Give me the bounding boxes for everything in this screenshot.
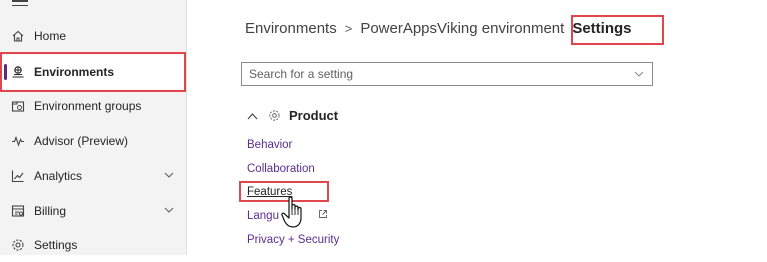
pulse-icon xyxy=(11,134,25,148)
link-behavior[interactable]: Behavior xyxy=(247,139,292,151)
sidebar-item-label: Settings xyxy=(34,238,78,252)
link-privacy-security[interactable]: Privacy + Security xyxy=(247,234,339,246)
breadcrumb-current-settings: Settings xyxy=(572,20,632,37)
environment-groups-icon xyxy=(11,99,25,113)
sidebar-item-environment-groups[interactable]: Environment groups xyxy=(0,89,186,123)
sidebar-item-analytics[interactable]: Analytics xyxy=(0,159,186,193)
link-collaboration[interactable]: Collaboration xyxy=(247,163,315,175)
breadcrumb-separator: > xyxy=(344,21,353,36)
hamburger-menu-icon[interactable] xyxy=(12,0,28,8)
external-link-icon xyxy=(319,210,327,218)
sidebar-item-environments[interactable]: Environments xyxy=(0,55,186,89)
product-section-header[interactable]: Product xyxy=(247,108,338,123)
breadcrumb: Environments > PowerAppsViking environme… xyxy=(245,20,632,37)
gear-icon xyxy=(11,238,25,252)
breadcrumb-environments[interactable]: Environments xyxy=(245,20,337,37)
breadcrumb-environment[interactable]: PowerAppsViking environment xyxy=(360,20,564,37)
gear-icon xyxy=(269,110,280,121)
chevron-down-icon[interactable] xyxy=(164,205,174,215)
sidebar-item-label: Analytics xyxy=(34,169,83,183)
chevron-down-icon[interactable] xyxy=(164,170,174,180)
chart-icon xyxy=(11,169,25,183)
setting-search-dropdown[interactable]: Search for a setting xyxy=(241,62,653,86)
sidebar-item-settings[interactable]: Settings xyxy=(0,228,186,262)
sidebar-item-label: Home xyxy=(34,29,67,43)
environment-icon xyxy=(11,65,25,79)
sidebar: Home Environments Environment groups Adv… xyxy=(0,0,187,255)
sidebar-item-billing[interactable]: Billing xyxy=(0,194,186,228)
billing-icon xyxy=(11,204,25,218)
sidebar-item-home[interactable]: Home xyxy=(0,19,186,53)
search-placeholder: Search for a setting xyxy=(249,67,354,81)
sidebar-item-label: Environment groups xyxy=(34,99,142,113)
active-indicator xyxy=(4,64,7,80)
hand-cursor-icon xyxy=(281,196,302,228)
sidebar-item-label: Advisor (Preview) xyxy=(34,134,129,148)
link-languages[interactable]: Langu xyxy=(247,210,279,222)
sidebar-item-label: Environments xyxy=(34,65,115,79)
home-icon xyxy=(11,29,25,43)
chevron-up-icon[interactable] xyxy=(247,112,258,120)
chevron-down-icon xyxy=(634,71,644,77)
sidebar-item-label: Billing xyxy=(34,204,67,218)
section-title: Product xyxy=(289,108,339,123)
sidebar-item-advisor[interactable]: Advisor (Preview) xyxy=(0,124,186,158)
